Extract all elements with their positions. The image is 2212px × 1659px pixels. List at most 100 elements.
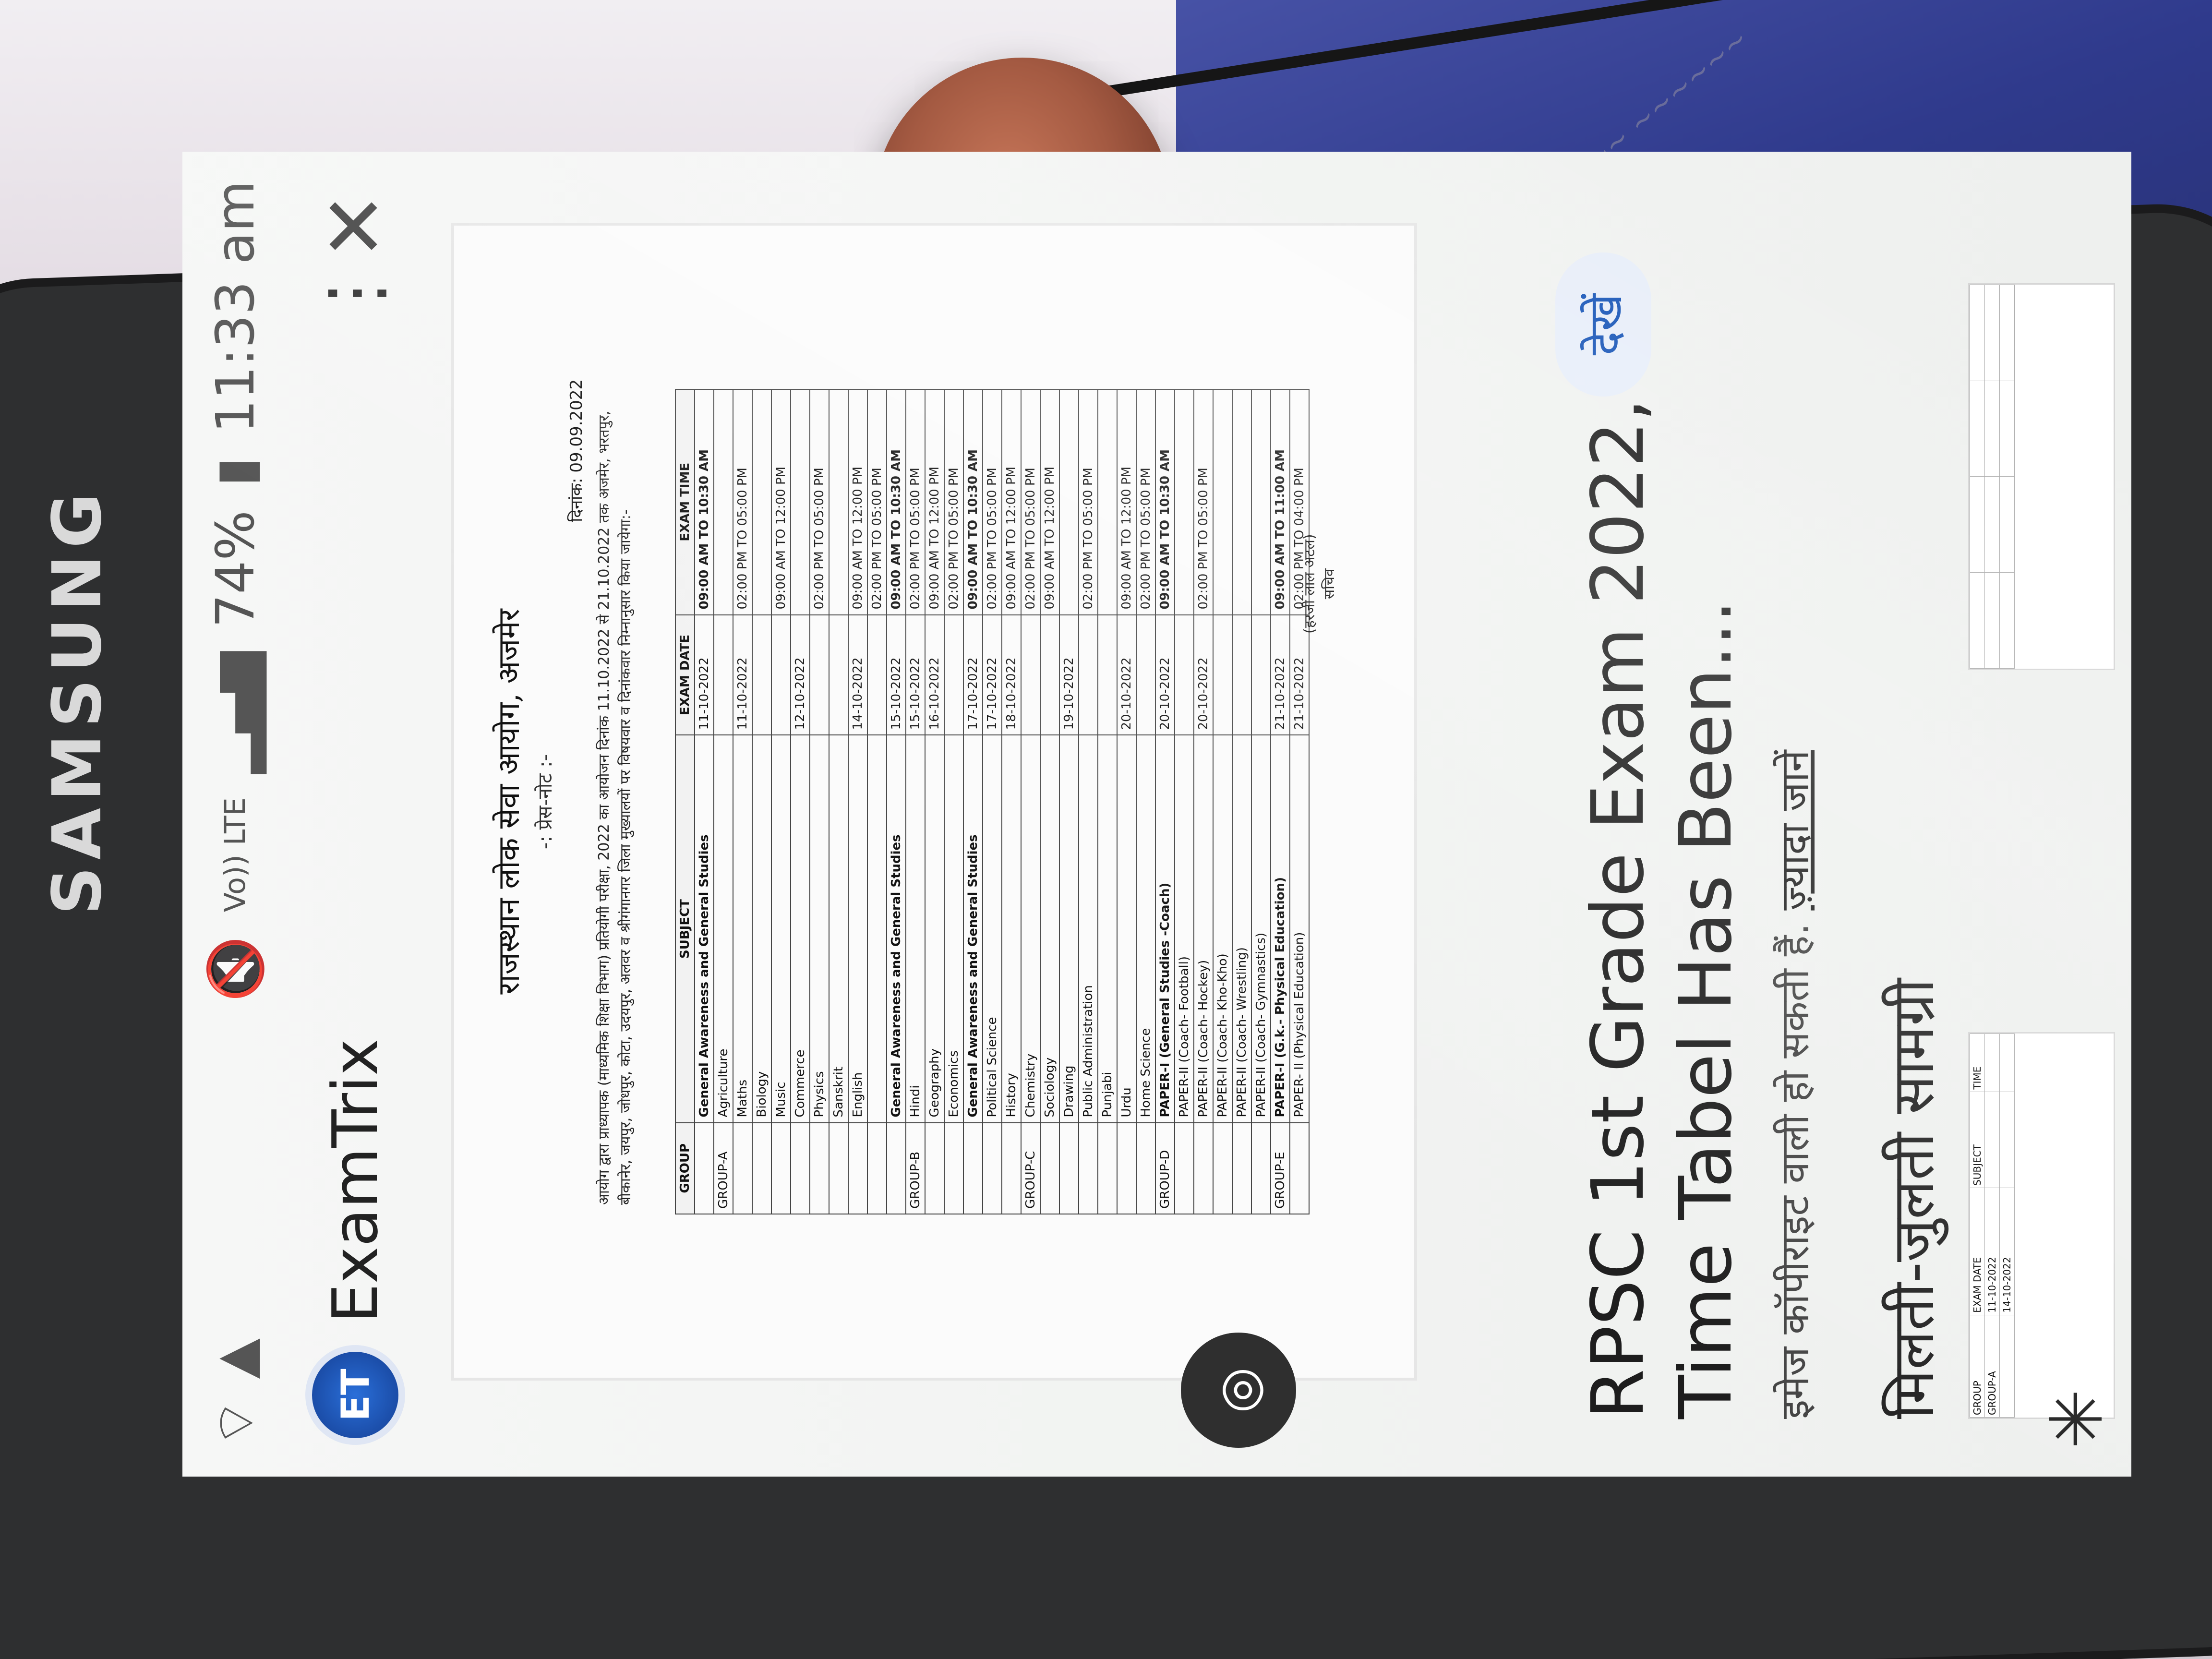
table-row: PAPER-II (Coach- Wrestling) (1232, 389, 1251, 1214)
app-logo[interactable]: ET (312, 1352, 398, 1438)
table-cell: Chemistry (1021, 735, 1040, 1123)
table-cell: 12-10-2022 (791, 614, 810, 735)
learn-more-link[interactable]: ज़्यादा जानें (1772, 750, 1818, 910)
table-cell (1232, 614, 1251, 735)
table-cell (944, 614, 963, 735)
thumbnail-cell (1970, 572, 1985, 669)
table-cell: Agriculture (714, 735, 733, 1123)
table-cell: 02:00 PM TO 05:00 PM (733, 389, 752, 615)
image-preview[interactable]: राजस्थान लोक सेवा आयोग, अजमेर -: प्रेस-न… (451, 223, 1417, 1381)
table-cell: PAPER-II (Coach- Football) (1175, 735, 1194, 1123)
close-icon[interactable]: ✕ (308, 190, 403, 262)
thumbnail-cell (1999, 1034, 2015, 1092)
table-cell (810, 614, 829, 735)
table-cell: 02:00 PM TO 05:00 PM (810, 389, 829, 615)
table-cell: 09:00 AM TO 10:30 AM (963, 389, 983, 615)
app-header: ET ExamTrix ⋮ ✕ (293, 152, 418, 1477)
table-cell: 11-10-2022 (695, 614, 714, 735)
table-row: General Awareness and General Studies 15-… (887, 389, 906, 1214)
asterisk-icon[interactable]: ✳ (2035, 1376, 2122, 1462)
lens-icon[interactable]: ◎ (1181, 1333, 1296, 1448)
table-cell: GROUP-A (714, 1122, 733, 1214)
table-cell (733, 1122, 752, 1214)
table-cell: English (848, 735, 867, 1123)
similar-thumbnail-2[interactable] (1968, 283, 2115, 670)
thumbnail-cell (1984, 285, 2000, 381)
mute-icon: 🔇 (204, 936, 266, 1002)
thumbnail-row: GROUP-A 11-10-2022 (1984, 1034, 2000, 1418)
status-right: 🔇 Vo)) LTE ▂▄▆ 74% ▮ 11:33 am (204, 180, 266, 1002)
table-cell (1040, 614, 1059, 735)
table-cell (752, 389, 771, 615)
more-vert-icon[interactable]: ⋮ (313, 257, 397, 329)
table-row: Sanskrit (829, 389, 848, 1214)
thumbnail-cell (1984, 1092, 2000, 1188)
table-cell (791, 389, 810, 615)
table-cell (1079, 1122, 1098, 1214)
table-cell (1136, 1122, 1155, 1214)
table-row: Music 09:00 AM TO 12:00 PM (771, 389, 791, 1214)
thumbnail-row (1984, 285, 2000, 669)
thumbnail-cell: 14-10-2022 (1999, 1188, 2015, 1315)
table-cell: 02:00 PM TO 05:00 PM (1021, 389, 1040, 615)
table-cell: 20-10-2022 (1117, 614, 1136, 735)
table-cell (771, 1122, 791, 1214)
table-cell (1002, 1122, 1021, 1214)
table-row: GROUP-D PAPER-I (General Studies -Coach) 2… (1155, 389, 1175, 1214)
table-row: Public Administration 02:00 PM TO 05:00 P… (1079, 389, 1098, 1214)
table-cell: GROUP-E (1271, 1122, 1290, 1214)
thumbnail-cell (1999, 381, 2015, 477)
copyright-note: इमेज कॉपीराइट वाली हो सकती हैं. ज़्यादा … (1767, 171, 1820, 1419)
thumbnail-cell: GROUP-A (1984, 1315, 2000, 1418)
table-cell: 02:00 PM TO 05:00 PM (867, 389, 887, 615)
table-cell (714, 389, 733, 615)
thumbnail-cell: EXAM DATE (1970, 1188, 1985, 1315)
table-cell (1059, 389, 1079, 615)
battery-icon: ▮ (204, 457, 266, 487)
table-cell (1194, 1122, 1213, 1214)
table-row: PAPER-II (Coach- Football) (1175, 389, 1194, 1214)
view-button[interactable]: देखें (1555, 252, 1651, 397)
table-cell (1136, 614, 1155, 735)
table-cell: 09:00 AM TO 11:00 AM (1271, 389, 1290, 615)
table-cell (829, 614, 848, 735)
phone-screen-rotated: SAMSUNG ⌔ ▲ 🔇 Vo)) LTE ▂▄▆ 74% ▮ 11:33 a… (0, 0, 2131, 1659)
result-headline[interactable]: RPSC 1st Grade Exam 2022, Time Tabel Has… (1575, 267, 1750, 1419)
table-row: Home Science 02:00 PM TO 05:00 PM (1136, 389, 1155, 1214)
thumbnail-table (1970, 285, 2015, 669)
table-row: PAPER- II (Physical Education) 21-10-2022… (1290, 389, 1309, 1214)
table-row: General Awareness and General Studies 17-… (963, 389, 983, 1214)
table-row: Punjabi (1098, 389, 1117, 1214)
table-cell: 02:00 PM TO 05:00 PM (906, 389, 925, 615)
table-cell (867, 735, 887, 1123)
thumbnail-cell (1999, 285, 2015, 381)
table-cell: 09:00 AM TO 12:00 PM (848, 389, 867, 615)
table-cell (1040, 1122, 1059, 1214)
clock: 11:33 am (204, 180, 266, 433)
table-cell: 09:00 AM TO 12:00 PM (1040, 389, 1059, 615)
table-cell: Maths (733, 735, 752, 1123)
table-cell: 15-10-2022 (887, 614, 906, 735)
thumbnail-cell (1984, 381, 2000, 477)
table-cell (1251, 1122, 1271, 1214)
thumbnail-cell (1984, 477, 2000, 573)
thumbnail-cell (1970, 285, 1985, 381)
thumbnail-cell (1984, 1034, 2000, 1092)
similar-thumbnail-1[interactable]: GROUP EXAM DATE SUBJECT TIME GROUP-A 11-10-20… (1968, 1032, 2115, 1419)
table-cell: 15-10-2022 (906, 614, 925, 735)
table-cell (1213, 389, 1232, 615)
table-cell (867, 614, 887, 735)
table-cell (1175, 1122, 1194, 1214)
table-cell: 11-10-2022 (733, 614, 752, 735)
table-cell (1098, 1122, 1117, 1214)
table-cell: 09:00 AM TO 12:00 PM (1117, 389, 1136, 615)
table-header-cell: GROUP (675, 1122, 695, 1214)
table-cell (1098, 614, 1117, 735)
thumbnail-table: GROUP EXAM DATE SUBJECT TIME GROUP-A 11-10-20… (1970, 1034, 2015, 1418)
table-cell: 19-10-2022 (1059, 614, 1079, 735)
doc-body: आयोग द्वारा प्राध्यापक (माध्यमिक शिक्षा … (596, 410, 634, 1205)
table-row: Biology (752, 389, 771, 1214)
table-row: Maths 11-10-2022 02:00 PM TO 05:00 PM (733, 389, 752, 1214)
table-row: PAPER-II (Coach- Kho-Kho) (1213, 389, 1232, 1214)
thumbnail-row: 14-10-2022 (1999, 1034, 2015, 1418)
